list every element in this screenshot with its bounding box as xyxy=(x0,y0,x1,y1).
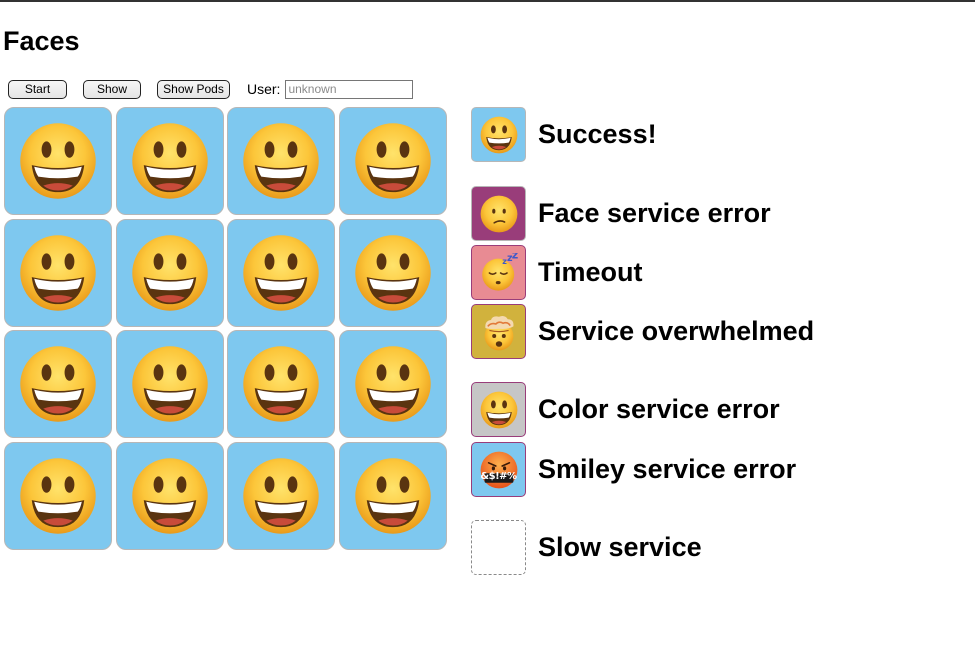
face-cell xyxy=(115,107,224,215)
legend-label: Color service error xyxy=(538,394,780,424)
grinning-face-icon xyxy=(240,232,322,314)
legend-item-timeout: Timeout xyxy=(471,245,643,300)
legend-label: Smiley service error xyxy=(538,454,797,484)
top-divider xyxy=(0,0,975,2)
face-cell xyxy=(338,441,447,550)
face-cell xyxy=(4,330,112,438)
grinning-face-icon xyxy=(240,120,322,202)
legend-item-smiley-service-error: &$!#% Smiley service error xyxy=(471,442,796,497)
start-button[interactable]: Start xyxy=(8,79,67,99)
face-cell xyxy=(4,107,112,215)
grinning-face-icon xyxy=(17,232,99,314)
confused-face-icon xyxy=(479,194,519,234)
grinning-face-icon xyxy=(479,115,519,155)
grinning-face-icon xyxy=(17,455,99,537)
face-cell xyxy=(227,330,335,438)
grinning-face-icon xyxy=(129,120,211,202)
legend-label: Service overwhelmed xyxy=(538,316,815,346)
legend-label: Success! xyxy=(538,119,657,149)
face-cell xyxy=(4,218,112,327)
cursing-face-icon xyxy=(479,450,519,490)
grinning-face-icon xyxy=(352,120,434,202)
face-grid xyxy=(4,107,447,550)
legend-swatch-service-overwhelmed xyxy=(471,304,526,359)
grinning-face-icon xyxy=(240,455,322,537)
grinning-face-icon xyxy=(352,343,434,425)
legend-swatch-color-service-error xyxy=(471,382,526,437)
user-label: User: xyxy=(247,81,281,97)
legend-item-slow-service: Slow service xyxy=(471,520,702,575)
face-cell xyxy=(227,107,335,215)
legend-label: Timeout xyxy=(538,257,643,287)
face-cell xyxy=(115,218,224,327)
legend-swatch-timeout xyxy=(471,245,526,300)
face-cell xyxy=(338,330,447,438)
face-cell xyxy=(227,441,335,550)
face-cell xyxy=(227,218,335,327)
grinning-face-icon xyxy=(352,455,434,537)
controls-bar: Start Show Show Pods User: xyxy=(8,79,414,99)
legend-swatch-face-service-error xyxy=(471,186,526,241)
face-cell xyxy=(115,441,224,550)
cursing-symbols-text: &$!#% xyxy=(480,471,517,482)
grinning-face-icon xyxy=(17,120,99,202)
legend-item-color-service-error: Color service error xyxy=(471,382,780,437)
grinning-face-icon xyxy=(240,343,322,425)
legend-item-service-overwhelmed: Service overwhelmed xyxy=(471,304,814,359)
legend-item-face-service-error: Face service error xyxy=(471,186,771,241)
face-cell xyxy=(338,218,447,327)
empty-dashed-box-icon xyxy=(471,520,526,575)
page-title: Faces xyxy=(3,26,80,56)
show-button[interactable]: Show xyxy=(83,79,141,99)
legend-label: Face service error xyxy=(538,198,771,228)
sleeping-face-icon xyxy=(479,253,519,293)
legend-item-success: Success! xyxy=(471,107,657,162)
show-pods-button[interactable]: Show Pods xyxy=(157,79,230,99)
user-input[interactable] xyxy=(285,79,414,99)
face-cell xyxy=(115,330,224,438)
legend-swatch-success xyxy=(471,107,526,162)
exploding-head-icon xyxy=(479,312,519,352)
grinning-face-icon xyxy=(17,343,99,425)
grinning-face-icon xyxy=(129,232,211,314)
grinning-face-icon xyxy=(129,455,211,537)
legend-label: Slow service xyxy=(538,532,702,562)
faces-page: Faces Start Show Show Pods User: Success… xyxy=(0,0,975,652)
grinning-face-icon xyxy=(129,343,211,425)
grinning-face-icon xyxy=(352,232,434,314)
face-cell xyxy=(338,107,447,215)
grinning-face-icon xyxy=(479,390,519,430)
legend-swatch-smiley-service-error: &$!#% xyxy=(471,442,526,497)
face-cell xyxy=(4,441,112,550)
